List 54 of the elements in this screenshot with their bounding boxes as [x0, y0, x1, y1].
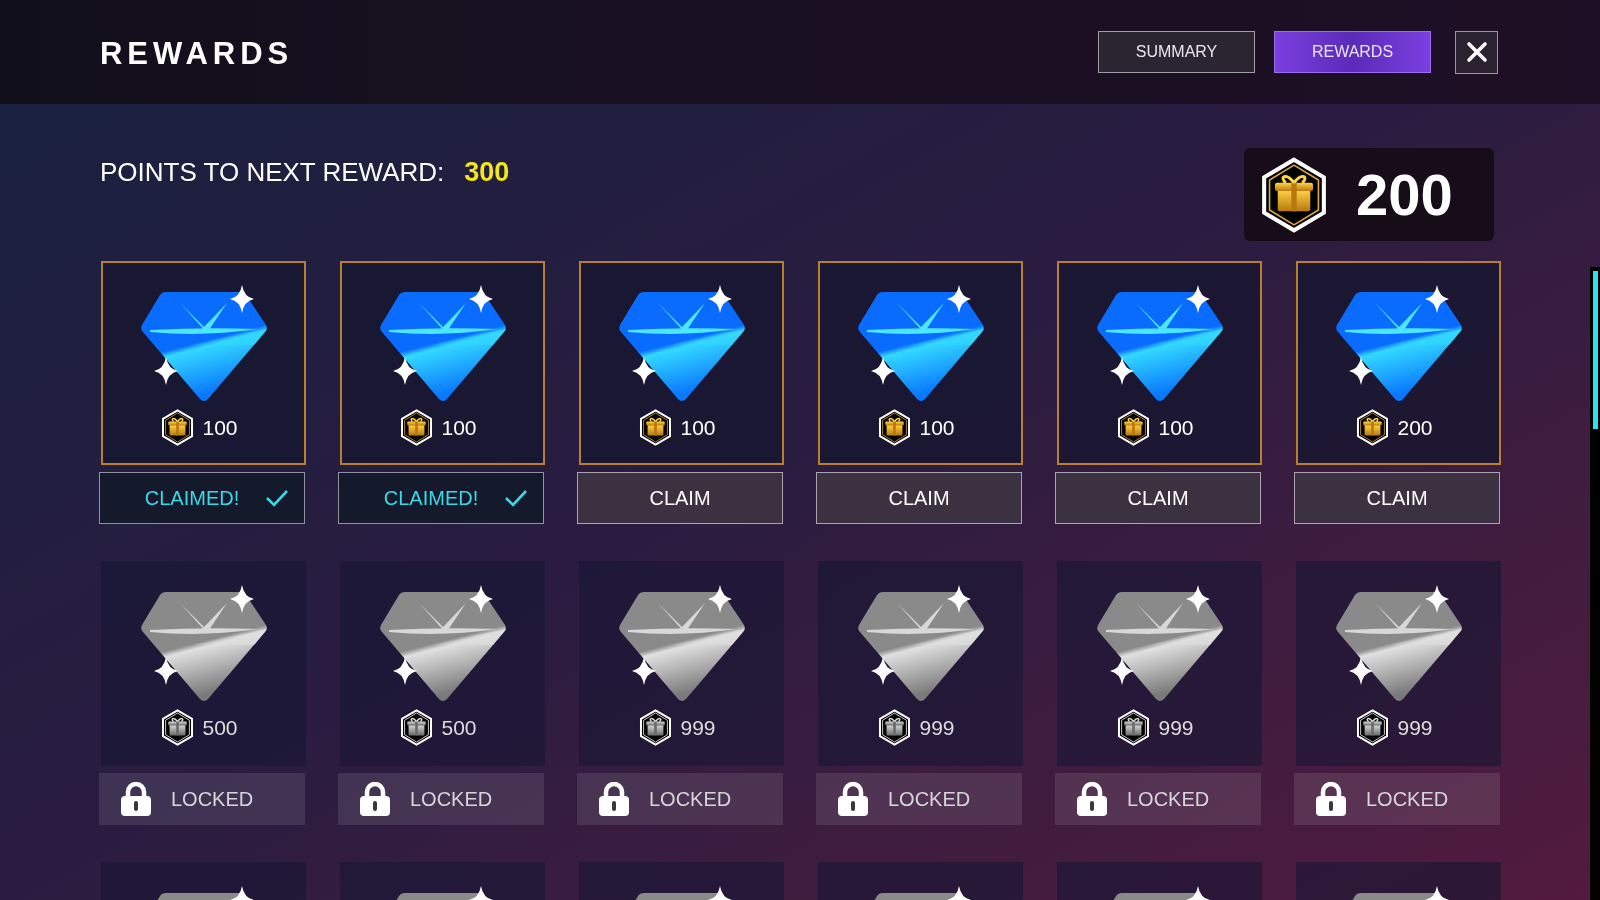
close-button[interactable] — [1455, 30, 1498, 74]
reward-cost: 500 — [441, 714, 477, 741]
gift-coin-icon — [400, 409, 434, 446]
reward-cost: 100 — [1158, 414, 1194, 441]
page-title: REWARDS — [100, 34, 294, 73]
reward-cost: 999 — [680, 714, 716, 741]
gift-coin-icon — [878, 709, 912, 746]
reward-cost: 999 — [1158, 714, 1194, 741]
check-icon — [504, 489, 529, 507]
gift-coin-icon — [1356, 709, 1390, 746]
claimed-button[interactable]: CLAIMED! — [99, 472, 305, 524]
scrollbar-thumb[interactable] — [1592, 271, 1598, 429]
claim-button[interactable]: CLAIM — [1294, 472, 1500, 524]
gift-coin-icon — [1117, 409, 1151, 446]
reward-cost: 100 — [680, 414, 716, 441]
reward-cost: 100 — [919, 414, 955, 441]
lock-icon — [838, 782, 868, 816]
lock-icon — [121, 782, 151, 816]
gift-coin-icon — [1260, 156, 1328, 233]
locked-button[interactable]: LOCKED — [99, 773, 305, 825]
reward-cost: 100 — [441, 414, 477, 441]
locked-button[interactable]: LOCKED — [338, 773, 544, 825]
check-icon — [265, 489, 290, 507]
balance-value: 200 — [1356, 161, 1453, 229]
reward-cost: 999 — [1397, 714, 1433, 741]
lock-icon — [1316, 782, 1346, 816]
reward-cost: 100 — [202, 414, 238, 441]
gift-coin-icon — [1117, 709, 1151, 746]
gift-coin-icon — [639, 709, 673, 746]
locked-button[interactable]: LOCKED — [577, 773, 783, 825]
claimed-button[interactable]: CLAIMED! — [338, 472, 544, 524]
reward-cost: 200 — [1397, 414, 1433, 441]
claim-button[interactable]: CLAIM — [816, 472, 1022, 524]
reward-cost: 500 — [202, 714, 238, 741]
tab[interactable]: SUMMARY — [1098, 31, 1255, 73]
lock-icon — [599, 782, 629, 816]
gift-coin-icon — [639, 409, 673, 446]
locked-button[interactable]: LOCKED — [1294, 773, 1500, 825]
gift-coin-icon — [161, 709, 195, 746]
close-icon — [1464, 40, 1489, 64]
lock-icon — [360, 782, 390, 816]
gift-coin-icon — [1356, 409, 1390, 446]
points-label: POINTS TO NEXT REWARD: — [100, 155, 445, 189]
lock-icon — [1077, 782, 1107, 816]
gift-coin-icon — [400, 709, 434, 746]
reward-cost: 999 — [919, 714, 955, 741]
points-value: 300 — [464, 156, 510, 189]
claim-button[interactable]: CLAIM — [577, 472, 783, 524]
tab[interactable]: REWARDS — [1274, 31, 1431, 73]
claim-button[interactable]: CLAIM — [1055, 472, 1261, 524]
locked-button[interactable]: LOCKED — [816, 773, 1022, 825]
gift-coin-icon — [161, 409, 195, 446]
locked-button[interactable]: LOCKED — [1055, 773, 1261, 825]
gift-coin-icon — [878, 409, 912, 446]
